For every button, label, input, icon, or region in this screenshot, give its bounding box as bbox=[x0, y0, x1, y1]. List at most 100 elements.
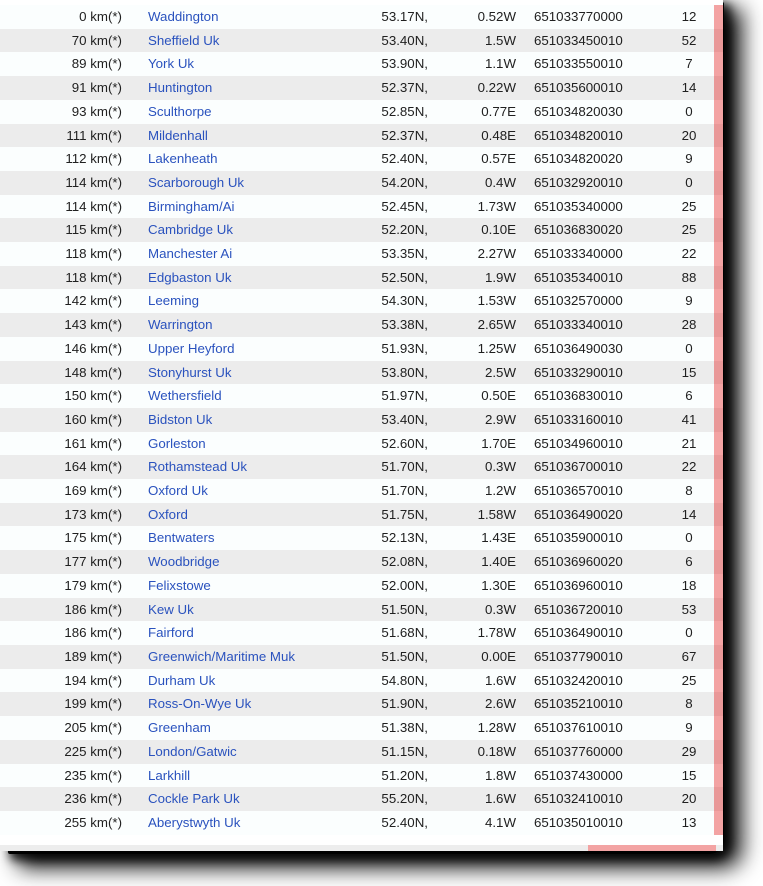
cell-date-range: 01/1971 - 01/2017 bbox=[714, 289, 723, 314]
cell-count: 18 bbox=[664, 573, 714, 598]
cell-date-range: 01/1889 - 03/1969 bbox=[714, 810, 723, 835]
table-row: 0 km(*) Waddington 53.17N, 0.52W 65103377000… bbox=[0, 5, 723, 29]
cell-station-name: Upper Heyford bbox=[134, 336, 321, 361]
cell-date-range: 01/1880 - 08/1969 bbox=[714, 52, 723, 77]
cell-latitude: 51.90N, bbox=[321, 692, 438, 717]
station-link[interactable]: Scarborough Uk bbox=[148, 175, 244, 190]
cell-station-name: Woodbridge bbox=[134, 550, 321, 574]
cell-distance: 0 km(*) bbox=[0, 5, 134, 29]
cell-station-id: 651036700010 bbox=[528, 455, 664, 480]
table-row: 150 km(*) Wethersfield 51.97N, 0.50E 6510368… bbox=[0, 384, 723, 408]
cell-longitude: 1.6W bbox=[438, 787, 528, 811]
cell-distance: 194 km(*) bbox=[0, 668, 134, 693]
station-link[interactable]: Cambridge Uk bbox=[148, 222, 233, 237]
station-link[interactable]: Ross-On-Wye Uk bbox=[148, 696, 251, 711]
station-link[interactable]: Greenwich/Maritime Muk bbox=[148, 649, 295, 664]
station-link[interactable]: Huntington bbox=[148, 80, 212, 95]
station-link[interactable]: Oxford Uk bbox=[148, 483, 208, 498]
cell-latitude: 52.13N, bbox=[321, 526, 438, 551]
cell-longitude: 0.50E bbox=[438, 384, 528, 408]
cell-station-name: Stonyhurst Uk bbox=[134, 360, 321, 385]
station-link[interactable]: Bidston Uk bbox=[148, 412, 212, 427]
cell-longitude: 0.3W bbox=[438, 455, 528, 480]
station-link[interactable]: Sheffield Uk bbox=[148, 33, 219, 48]
cell-latitude: 55.20N, bbox=[321, 787, 438, 811]
cell-station-id: 651036830010 bbox=[528, 384, 664, 408]
cell-count: 29 bbox=[664, 739, 714, 764]
cell-date-range: 01/1880 - 08/1969 bbox=[714, 644, 723, 669]
station-link[interactable]: Upper Heyford bbox=[148, 341, 234, 356]
station-link[interactable]: Waddington bbox=[148, 9, 218, 24]
cell-distance: 179 km(*) bbox=[0, 573, 134, 598]
station-link[interactable]: Bentwaters bbox=[148, 530, 215, 545]
station-link[interactable]: Kew Uk bbox=[148, 602, 194, 617]
table-row: 160 km(*) Bidston Uk 53.40N, 2.9W 6510331600… bbox=[0, 407, 723, 432]
station-link[interactable]: Rothamstead Uk bbox=[148, 459, 247, 474]
station-link[interactable]: Birmingham/Ai bbox=[148, 199, 234, 214]
cell-latitude: 53.80N, bbox=[321, 360, 438, 385]
cell-longitude: 2.27W bbox=[438, 242, 528, 266]
station-link[interactable]: Cockle Park Uk bbox=[148, 791, 240, 806]
cell-latitude: 51.93N, bbox=[321, 336, 438, 361]
cell-date-range: 01/1931 - 12/1960 bbox=[714, 763, 723, 788]
station-link[interactable]: Aberystwyth Uk bbox=[148, 815, 240, 830]
station-link[interactable]: Gorleston bbox=[148, 436, 206, 451]
cell-date-range: 01/1880 - 07/1975 bbox=[714, 692, 723, 717]
cell-station-id: 651035340000 bbox=[528, 194, 664, 219]
cell-longitude: 0.57E bbox=[438, 147, 528, 171]
cell-count: 53 bbox=[664, 597, 714, 622]
cell-distance: 114 km(*) bbox=[0, 170, 134, 195]
station-link[interactable]: Sculthorpe bbox=[148, 104, 212, 119]
station-link[interactable]: Lakenheath bbox=[148, 151, 218, 166]
cell-station-name: Bentwaters bbox=[134, 526, 321, 551]
cell-station-name: York Uk bbox=[134, 52, 321, 77]
cell-station-id: 651035010010 bbox=[528, 810, 664, 835]
cell-distance: 150 km(*) bbox=[0, 384, 134, 408]
cell-count: 9 bbox=[664, 716, 714, 740]
station-link[interactable]: Wethersfield bbox=[148, 388, 222, 403]
table-row: 114 km(*) Scarborough Uk 54.20N, 0.4W 651032… bbox=[0, 170, 723, 195]
station-link[interactable]: Felixstowe bbox=[148, 578, 211, 593]
cell-station-id: 651032570000 bbox=[528, 289, 664, 314]
station-link[interactable]: Stonyhurst Uk bbox=[148, 365, 232, 380]
station-link[interactable]: Fairford bbox=[148, 625, 194, 640]
table-row: 91 km(*) Huntington 52.37N, 0.22W 6510356000… bbox=[0, 76, 723, 100]
station-link[interactable]: Leeming bbox=[148, 293, 199, 308]
cell-station-id: 651037610010 bbox=[528, 716, 664, 740]
cell-distance: 255 km(*) bbox=[0, 810, 134, 835]
station-link[interactable]: Woodbridge bbox=[148, 554, 219, 569]
cell-station-name: Bidston Uk bbox=[134, 407, 321, 432]
cell-station-id: 651032920010 bbox=[528, 170, 664, 195]
cell-station-name: Scarborough Uk bbox=[134, 170, 321, 195]
cell-count: 15 bbox=[664, 763, 714, 788]
cell-station-name: London/Gatwic bbox=[134, 739, 321, 764]
station-link[interactable]: Durham Uk bbox=[148, 673, 215, 688]
cell-date-range: 07/1952 - 04/1964 bbox=[714, 621, 723, 645]
station-link[interactable]: Larkhill bbox=[148, 768, 190, 783]
station-link[interactable]: Warrington bbox=[148, 317, 213, 332]
cell-longitude: 1.28W bbox=[438, 716, 528, 740]
station-link[interactable]: Edgbaston Uk bbox=[148, 270, 232, 285]
station-link[interactable]: Manchester Ai bbox=[148, 246, 232, 261]
cell-station-id: 651034820020 bbox=[528, 147, 664, 171]
cell-longitude: 1.78W bbox=[438, 621, 528, 645]
cell-station-name: Warrington bbox=[134, 313, 321, 337]
station-link[interactable]: Greenham bbox=[148, 720, 211, 735]
table-row: 118 km(*) Edgbaston Uk 52.50N, 1.9W 65103534… bbox=[0, 265, 723, 290]
cell-station-id: 651032410010 bbox=[528, 787, 664, 811]
table-row: 175 km(*) Bentwaters 52.13N, 1.43E 651035900… bbox=[0, 526, 723, 551]
cell-latitude: 52.40N, bbox=[321, 147, 438, 171]
station-link[interactable]: Oxford bbox=[148, 507, 188, 522]
cell-latitude: 52.20N, bbox=[321, 218, 438, 243]
cell-distance: 89 km(*) bbox=[0, 52, 134, 77]
cell-distance: 91 km(*) bbox=[0, 76, 134, 100]
cell-latitude: 53.17N, bbox=[321, 5, 438, 29]
station-link[interactable]: London/Gatwic bbox=[148, 744, 237, 759]
table-row: 114 km(*) Birmingham/Ai 52.45N, 1.73W 651035… bbox=[0, 194, 723, 219]
cell-longitude: 1.70E bbox=[438, 431, 528, 456]
cell-latitude: 53.40N, bbox=[321, 28, 438, 53]
station-link[interactable]: York Uk bbox=[148, 56, 194, 71]
station-link[interactable]: Mildenhall bbox=[148, 128, 208, 143]
table-row: 186 km(*) Kew Uk 51.50N, 0.3W 651036720010 53… bbox=[0, 597, 723, 622]
cell-distance: 225 km(*) bbox=[0, 739, 134, 764]
